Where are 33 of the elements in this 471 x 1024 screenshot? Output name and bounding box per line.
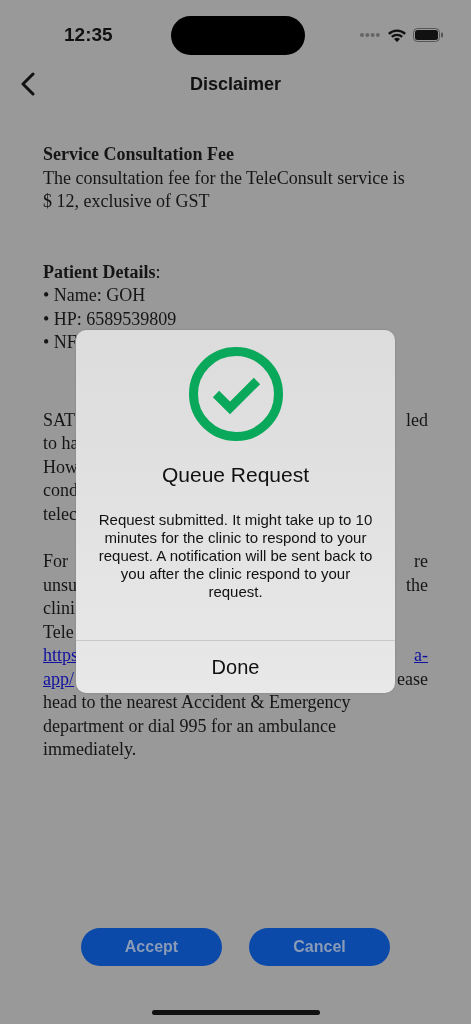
body-text: Tele [43, 620, 74, 644]
fee-text: The consultation fee for the TeleConsult service is $ 12, exclusive of GST [43, 166, 406, 213]
body-text: ease [397, 667, 428, 691]
body-text: telec [43, 502, 77, 526]
link-text[interactable]: app/ [43, 667, 74, 691]
body-text: For [43, 550, 68, 573]
body-text: the [406, 573, 428, 597]
body-text: How [43, 455, 78, 479]
section-heading: Service Consultation Fee [43, 143, 235, 166]
body-text: led [406, 408, 428, 432]
dialog-title: Queue Request [161, 463, 310, 487]
link-text[interactable]: a- [414, 644, 428, 668]
back-icon[interactable] [20, 72, 36, 96]
detail-item: • NF [43, 331, 78, 354]
body-text: head to the nearest Accident & Emergency department or dial 995 for an ambulance immediately. [43, 691, 352, 761]
accept-button[interactable]: Accept [81, 928, 222, 966]
body-text: unsu [43, 573, 77, 597]
detail-item: • Name: GOH [43, 284, 147, 307]
body-text: SAT [43, 408, 75, 432]
wifi-icon [387, 27, 407, 43]
dialog-message: Request submitted. It might take up to 10 minutes for the clinic to respond to your request. A notification will be sent back to you after the clinic respond to your request. [97, 511, 374, 601]
battery-icon [413, 28, 443, 42]
body-text: clini [43, 597, 75, 620]
body-text: re [414, 550, 428, 573]
signal-icon [359, 32, 381, 38]
page-title: Disclaimer [188, 73, 283, 95]
status-time: 12:35 [64, 24, 114, 46]
detail-item: • HP: 6589539809 [43, 307, 178, 331]
section-heading: Patient Details: [43, 260, 162, 284]
cancel-button[interactable]: Cancel [249, 928, 390, 966]
link-text[interactable]: https [43, 644, 78, 668]
success-check-icon [187, 346, 284, 442]
done-button[interactable]: Done [76, 640, 395, 693]
